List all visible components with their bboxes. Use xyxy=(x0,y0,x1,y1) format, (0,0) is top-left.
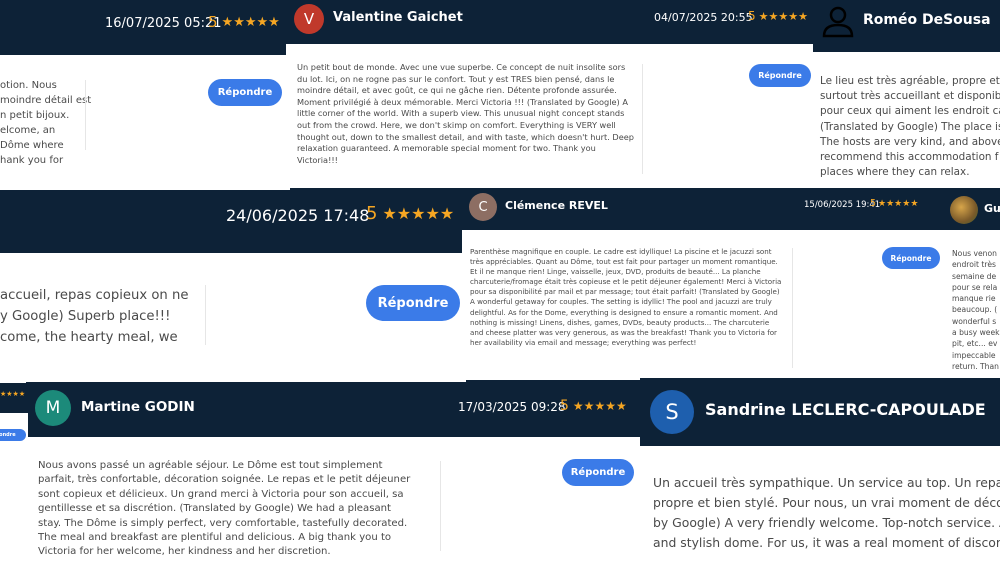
rating-value: 5 xyxy=(870,198,877,209)
author-name: Gu xyxy=(984,202,1000,215)
author-name: Valentine Gaichet xyxy=(333,10,463,25)
review-card: 16/07/2025 05:21 5 ★★★★★ otion. Nous moi… xyxy=(0,0,290,190)
rating: 5 ★★★★★ xyxy=(560,398,627,414)
author-name: Clémence REVEL xyxy=(505,199,608,212)
review-text: Parenthèse magnifique en couple. Le cadr… xyxy=(470,247,782,347)
reply-button[interactable]: Répondre xyxy=(749,64,811,87)
rating-value: 5 xyxy=(366,203,378,224)
review-card: 24/06/2025 17:48 5 ★★★★★ accueil, repas … xyxy=(0,193,466,383)
author-name: Martine GODIN xyxy=(81,399,195,415)
review-card: Roméo DeSousa Le lieu est très agréable,… xyxy=(813,0,1000,188)
review-card: V Valentine Gaichet 04/07/2025 20:55 5 ★… xyxy=(286,0,814,188)
reply-button[interactable]: Répondre xyxy=(366,285,460,321)
user-icon xyxy=(821,4,855,38)
review-card: C Clémence REVEL 15/06/2025 19:41 5 ★★★★… xyxy=(462,190,948,380)
rating-value: 5 xyxy=(208,13,218,31)
star-icons: ★★★★★ xyxy=(572,399,627,413)
review-text: Nous avons passé un agréable séjour. Le … xyxy=(38,460,411,558)
star-icons: ★★★★★ xyxy=(758,9,808,23)
review-card: S Sandrine LECLERC-CAPOULADE Un accueil … xyxy=(640,378,1000,570)
review-text: Nous venon endroit très semaine de pour … xyxy=(952,249,1000,371)
star-icons: ★★★★★ xyxy=(221,14,280,30)
review-card: ★★★★ Répondre xyxy=(0,385,28,570)
rating-value: 5 xyxy=(560,398,569,414)
reply-button[interactable]: Répondre xyxy=(562,459,634,486)
star-icons: ★★★★★ xyxy=(382,204,455,223)
review-date: 17/03/2025 09:28 xyxy=(458,400,566,414)
review-text: Le lieu est très agréable, propre et b s… xyxy=(820,75,1000,179)
avatar: C xyxy=(469,193,497,221)
star-icons: ★★★★ xyxy=(0,390,26,398)
review-date: 16/07/2025 05:21 xyxy=(105,16,222,31)
review-date: 15/06/2025 19:41 xyxy=(804,200,881,210)
avatar: V xyxy=(294,4,324,34)
review-date: 24/06/2025 17:48 xyxy=(226,206,370,225)
author-name: Roméo DeSousa xyxy=(863,12,991,28)
review-text: accueil, repas copieux on ne y Google) S… xyxy=(0,288,189,345)
author-name: Sandrine LECLERC-CAPOULADE xyxy=(705,400,986,419)
rating-value: 5 xyxy=(748,9,756,23)
rating: 5 ★★★★★ xyxy=(208,13,280,31)
avatar: M xyxy=(35,390,71,426)
reply-button[interactable]: Répondre xyxy=(208,79,282,106)
rating: 5 ★★★★★ xyxy=(870,198,918,209)
star-icons: ★★★★★ xyxy=(878,198,919,209)
reply-button[interactable]: Répondre xyxy=(0,429,26,441)
rating: 5 ★★★★★ xyxy=(748,9,808,23)
review-text: Un petit bout de monde. Avec une vue sup… xyxy=(297,62,634,165)
review-text: Un accueil très sympathique. Un service … xyxy=(653,475,1000,550)
review-card: M Martine GODIN 17/03/2025 09:28 5 ★★★★★… xyxy=(26,382,640,570)
review-text: otion. Nous moindre détail est n petit b… xyxy=(0,80,91,166)
review-date: 04/07/2025 20:55 xyxy=(654,11,753,24)
avatar: S xyxy=(650,390,694,434)
avatar xyxy=(950,196,978,224)
reply-button[interactable]: Répondre xyxy=(882,247,940,269)
rating: 5 ★★★★★ xyxy=(366,203,454,224)
review-card: Gu Nous venon endroit très semaine de po… xyxy=(946,190,1000,378)
